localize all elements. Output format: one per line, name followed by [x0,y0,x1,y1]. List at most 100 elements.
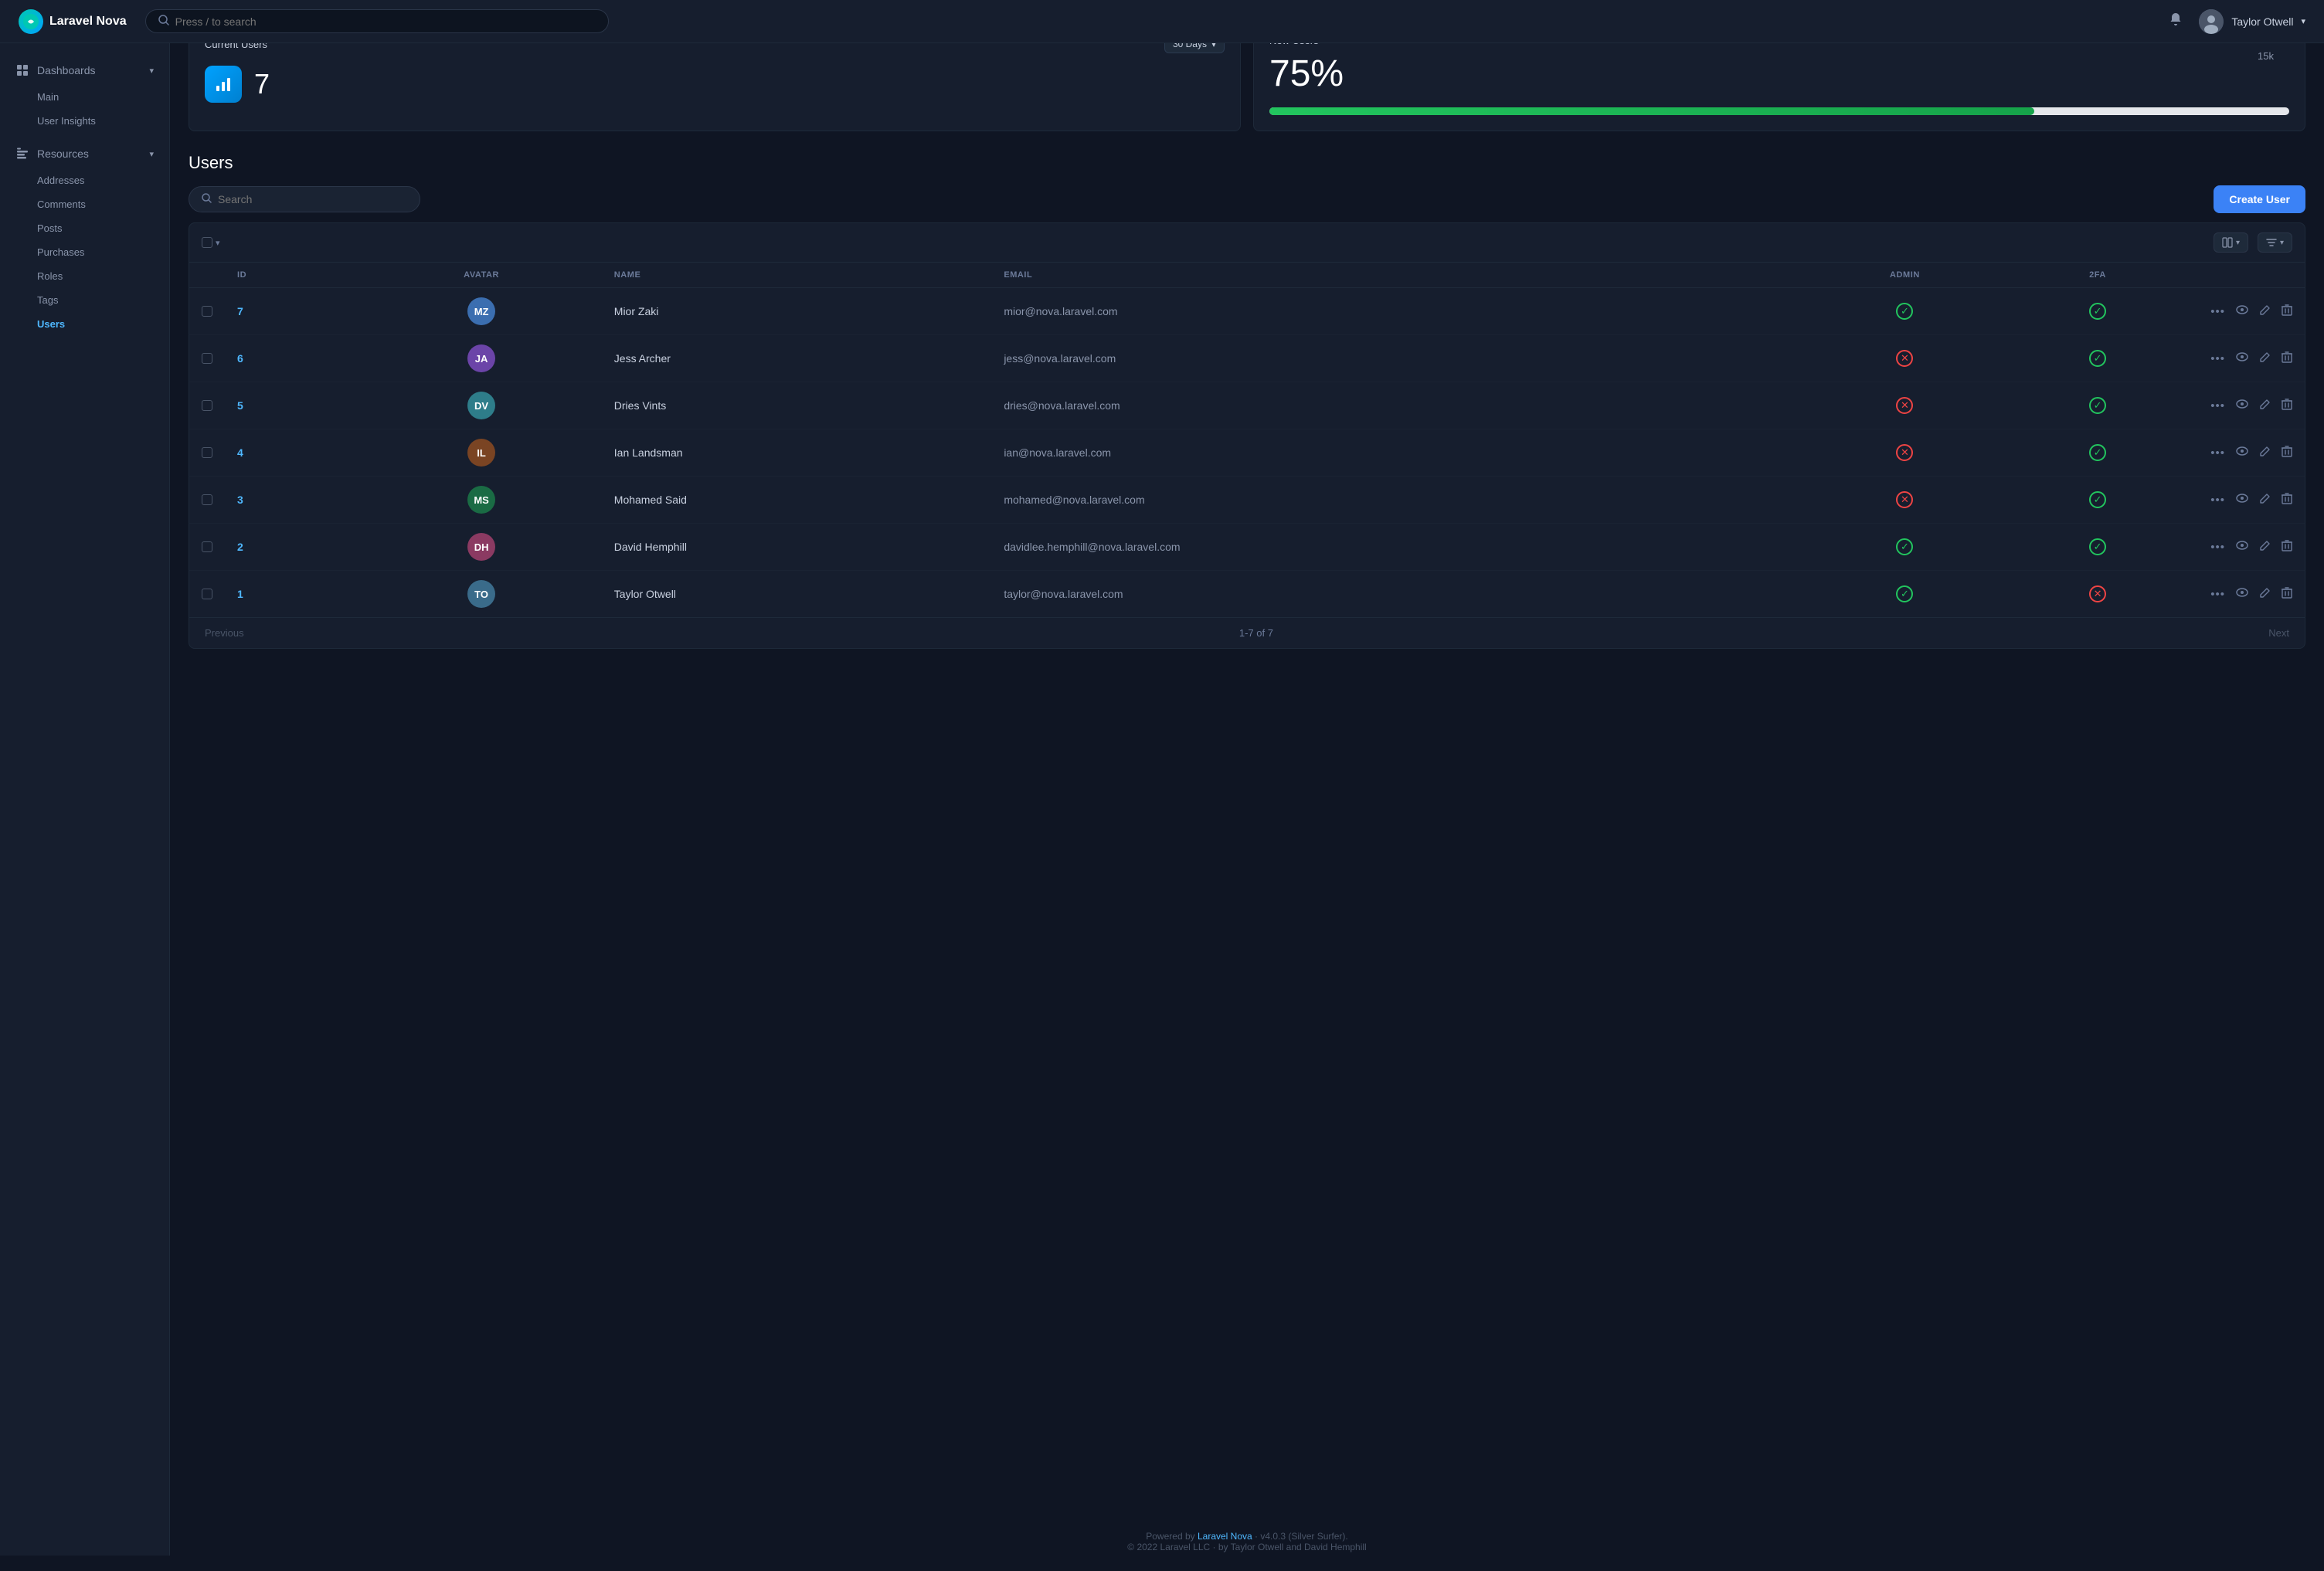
row-delete-button-6[interactable] [2282,351,2292,366]
col-id: ID [225,263,361,288]
select-all-checkbox-wrap[interactable]: ▾ [202,237,220,248]
row-checkbox-5[interactable] [202,400,212,411]
logo-icon [19,9,43,34]
row-edit-button-3[interactable] [2259,493,2271,507]
resources-chevron: ▾ [149,149,154,159]
row-view-button-6[interactable] [2236,351,2248,366]
dashboards-icon [15,63,29,77]
table-row: 3 MS Mohamed Said mohamed@nova.laravel.c… [189,477,2305,524]
footer-brand-link[interactable]: Laravel Nova [1198,1531,1252,1542]
user-name-4: Ian Landsman [602,429,992,477]
create-user-button[interactable]: Create User [2214,185,2305,213]
row-edit-button-7[interactable] [2259,304,2271,319]
user-avatar-6: JA [467,344,495,372]
row-more-button-2[interactable]: ••• [2210,541,2225,554]
admin-status-icon: ✓ [1896,538,1913,555]
row-edit-button-6[interactable] [2259,351,2271,366]
footer-copyright: © 2022 Laravel LLC · by Taylor Otwell an… [1127,1542,1366,1552]
row-more-button-3[interactable]: ••• [2210,494,2225,507]
row-checkbox-1[interactable] [202,589,212,599]
table-search[interactable] [189,186,420,212]
row-delete-button-4[interactable] [2282,446,2292,460]
user-name-3: Mohamed Said [602,477,992,524]
row-view-button-4[interactable] [2236,445,2248,460]
row-more-button-4[interactable]: ••• [2210,446,2225,460]
global-search[interactable] [145,9,609,33]
sidebar-item-addresses[interactable]: Addresses [0,168,169,192]
sidebar-item-tags[interactable]: Tags [0,288,169,312]
row-view-button-5[interactable] [2236,398,2248,413]
global-search-input[interactable] [175,15,596,28]
row-checkbox-2[interactable] [202,541,212,552]
admin-status-icon: ✓ [1896,303,1913,320]
user-id-3[interactable]: 3 [237,494,243,506]
row-edit-button-4[interactable] [2259,446,2271,460]
row-view-button-2[interactable] [2236,539,2248,555]
sidebar-section-dashboards[interactable]: Dashboards ▾ [0,56,169,85]
row-checkbox-7[interactable] [202,306,212,317]
row-view-button-7[interactable] [2236,304,2248,319]
user-avatar-2: DH [467,533,495,561]
search-icon [158,15,169,28]
row-delete-button-5[interactable] [2282,399,2292,413]
users-table-container: ▾ ▾ ▾ [189,222,2305,649]
sidebar-item-comments[interactable]: Comments [0,192,169,216]
pagination-prev[interactable]: Previous [205,627,244,639]
user-name-7: Mior Zaki [602,288,992,335]
col-name: NAME [602,263,992,288]
user-id-4[interactable]: 4 [237,446,243,459]
table-search-input[interactable] [218,193,407,205]
user-2fa-2: ✓ [2014,524,2181,571]
logo[interactable]: Laravel Nova [19,9,127,34]
user-admin-3: ✕ [1796,477,2014,524]
row-delete-button-3[interactable] [2282,493,2292,507]
user-id-5[interactable]: 5 [237,399,243,412]
row-delete-button-2[interactable] [2282,540,2292,555]
user-menu[interactable]: Taylor Otwell ▾ [2199,9,2305,34]
sidebar-item-users[interactable]: Users [0,312,169,336]
sidebar-item-user-insights[interactable]: User Insights [0,109,169,133]
user-email-1: taylor@nova.laravel.com [991,571,1796,618]
nav-right: Taylor Otwell ▾ [2168,9,2305,34]
user-2fa-1: ✕ [2014,571,2181,618]
row-edit-button-1[interactable] [2259,587,2271,602]
row-view-button-1[interactable] [2236,586,2248,602]
sidebar-item-purchases[interactable]: Purchases [0,240,169,264]
users-section-title: Users [189,153,2305,173]
row-view-button-3[interactable] [2236,492,2248,507]
table-row: 6 JA Jess Archer jess@nova.laravel.com ✕… [189,335,2305,382]
row-edit-button-5[interactable] [2259,399,2271,413]
select-all-checkbox[interactable] [202,237,212,248]
pagination-info: 1-7 of 7 [1239,627,1273,639]
user-id-7[interactable]: 7 [237,305,243,317]
sidebar-item-posts[interactable]: Posts [0,216,169,240]
footer-version: · v4.0.3 (Silver Surfer). [1255,1531,1348,1542]
row-edit-button-2[interactable] [2259,540,2271,555]
row-delete-button-1[interactable] [2282,587,2292,602]
sidebar-item-roles[interactable]: Roles [0,264,169,288]
user-avatar-1: TO [467,580,495,608]
select-all-chevron[interactable]: ▾ [216,238,220,248]
row-delete-button-7[interactable] [2282,304,2292,319]
filter-button[interactable]: ▾ [2258,232,2292,253]
row-more-button-5[interactable]: ••• [2210,399,2225,412]
columns-button[interactable]: ▾ [2214,232,2248,253]
twofa-status-icon: ✕ [2089,585,2106,602]
notification-bell[interactable] [2168,12,2183,31]
user-id-1[interactable]: 1 [237,588,243,600]
sidebar-item-main[interactable]: Main [0,85,169,109]
admin-status-icon: ✓ [1896,585,1913,602]
table-row: 1 TO Taylor Otwell taylor@nova.laravel.c… [189,571,2305,618]
user-id-6[interactable]: 6 [237,352,243,365]
row-more-button-1[interactable]: ••• [2210,588,2225,601]
row-checkbox-3[interactable] [202,494,212,505]
resources-icon [15,147,29,161]
row-checkbox-4[interactable] [202,447,212,458]
row-more-button-6[interactable]: ••• [2210,352,2225,365]
pagination-next[interactable]: Next [2268,627,2289,639]
sidebar-section-resources[interactable]: Resources ▾ [0,139,169,168]
row-checkbox-6[interactable] [202,353,212,364]
user-id-2[interactable]: 2 [237,541,243,553]
row-more-button-7[interactable]: ••• [2210,305,2225,318]
twofa-status-icon: ✓ [2089,444,2106,461]
